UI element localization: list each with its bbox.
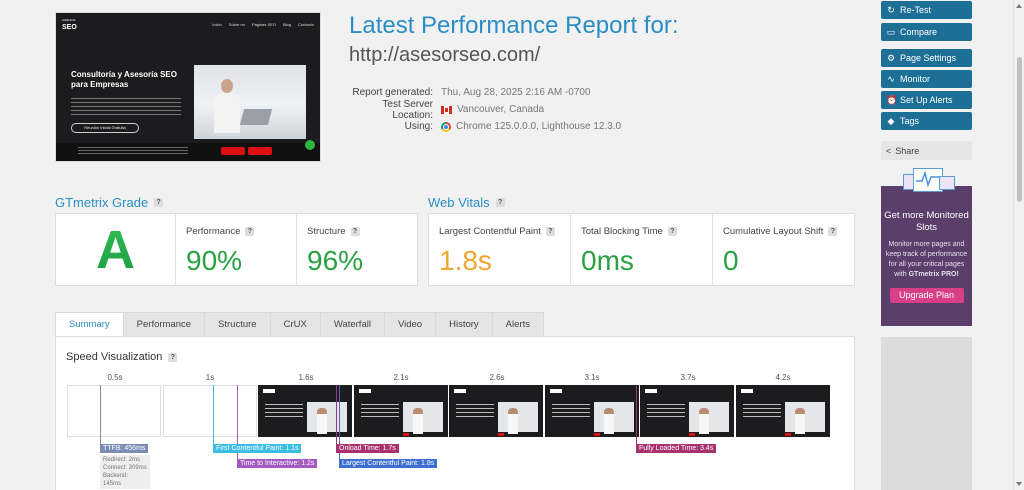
filmstrip-frame[interactable] [736, 385, 830, 437]
filmstrip-frame[interactable] [449, 385, 543, 437]
timeline-tick: 3.1s [584, 373, 600, 382]
ttfb-marker [100, 385, 101, 445]
ttfb-details: Redirect: 2ms Connect: 309ms Backend: 14… [100, 455, 150, 489]
web-vitals-card: Largest Contentful Paint? 1.8s Total Blo… [428, 213, 855, 286]
alarm-icon: ⏰ [886, 94, 898, 105]
tab-video[interactable]: Video [383, 312, 437, 336]
timeline-tick: 3.7s [680, 373, 696, 382]
help-icon[interactable]: ? [495, 198, 505, 207]
timeline-tick: 2.1s [393, 373, 409, 382]
filmstrip-frame[interactable] [163, 385, 257, 437]
timeline-tick: 2.6s [489, 373, 505, 382]
help-icon[interactable]: ? [168, 352, 178, 362]
gtmetrix-grade-heading: GTmetrix Grade? [55, 195, 164, 210]
gtmetrix-grade-card: A Performance? 90% Structure? 96% [55, 213, 418, 286]
share-button[interactable]: < Share [881, 141, 972, 160]
timeline-tick: 4.2s [775, 373, 791, 382]
onload-marker [336, 385, 337, 445]
monitor-illustration-icon [903, 168, 955, 198]
upgrade-plan-button[interactable]: Upgrade Plan [889, 288, 964, 303]
thumbnail-nav: Inicio Sobre mí Páginas SEO Blog Contacto [212, 21, 314, 27]
page-settings-button[interactable]: ⚙ Page Settings [881, 49, 972, 67]
web-vitals-heading: Web Vitals? [428, 195, 505, 210]
report-tabs: Summary Performance Structure CrUX Water… [55, 312, 544, 336]
speed-visualization-heading: Speed Visualization? [66, 351, 178, 363]
upgrade-promo: Get more Monitored Slots Monitor more pa… [881, 168, 972, 326]
fully-loaded-marker [636, 385, 637, 445]
tags-button[interactable]: ◆ Tags [881, 112, 972, 130]
page-screenshot-thumbnail[interactable]: AGENCIA SEO Inicio Sobre mí Páginas SEO Blog… [55, 12, 321, 162]
gear-icon: ⚙ [886, 52, 896, 63]
grade-letter: A [96, 219, 135, 280]
timeline-tick: 0.5s [107, 373, 123, 382]
compare-button[interactable]: ▭ Compare [881, 23, 972, 41]
fully-loaded-label: Fully Loaded Time: 3.4s [636, 444, 717, 453]
summary-panel: Speed Visualization? 0.5s 1s 1.6s 2.1s 2… [55, 336, 855, 490]
compare-icon: ▭ [886, 26, 896, 37]
help-icon[interactable]: ? [245, 227, 255, 236]
thumbnail-hero-title: Consultoría y Asesoría SEO para Empresas [71, 70, 177, 89]
lcp-label: Largest Contentful Paint: 1.8s [339, 459, 438, 468]
pulse-icon: ∿ [887, 73, 895, 84]
sidebar-ad-slot [881, 337, 972, 490]
help-icon[interactable]: ? [667, 227, 677, 236]
ttfb-label: TTFB: 456ms [100, 444, 149, 453]
tab-waterfall[interactable]: Waterfall [319, 312, 385, 336]
tbt-metric: Total Blocking Time? 0ms [571, 214, 713, 285]
filmstrip-frame[interactable] [354, 385, 448, 437]
whatsapp-icon [305, 140, 315, 150]
scroll-down-icon[interactable] [1016, 482, 1022, 486]
tag-icon: ◆ [887, 115, 895, 126]
thumbnail-logo: AGENCIA SEO [62, 18, 77, 31]
report-title: Latest Performance Report for: [349, 12, 679, 39]
help-icon[interactable]: ? [350, 227, 360, 236]
onload-label: Onload Time: 1.7s [336, 444, 399, 453]
thumbnail-hero-button: Reunión Inicial Gratuita [71, 123, 139, 133]
report-meta: Report generated: Thu, Aug 28, 2025 2:16… [349, 84, 621, 135]
tab-performance[interactable]: Performance [122, 312, 206, 336]
scrollbar-thumb[interactable] [1017, 57, 1022, 202]
timeline-tick: 1s [205, 373, 215, 382]
thumbnail-hero-text [71, 98, 181, 116]
structure-score: Structure? 96% [307, 226, 364, 276]
retest-button[interactable]: ↻ Re-Test [881, 1, 972, 19]
lcp-metric: Largest Contentful Paint? 1.8s [429, 214, 571, 285]
filmstrip-frame[interactable] [640, 385, 734, 437]
tab-summary[interactable]: Summary [55, 312, 124, 336]
thumbnail-hero-photo [194, 65, 306, 139]
help-icon[interactable]: ? [545, 227, 555, 236]
share-icon: < [886, 145, 892, 156]
performance-score: Performance? 90% [176, 214, 297, 285]
tab-history[interactable]: History [435, 312, 493, 336]
meta-using: Using: Chrome 125.0.0.0, Lighthouse 12.3… [404, 121, 622, 132]
refresh-icon: ↻ [887, 4, 895, 15]
chrome-icon [441, 121, 451, 132]
tab-crux[interactable]: CrUX [269, 312, 321, 336]
monitor-button[interactable]: ∿ Monitor [881, 70, 972, 88]
help-icon[interactable]: ? [828, 227, 838, 236]
thumbnail-header: AGENCIA SEO Inicio Sobre mí Páginas SEO Blog… [56, 13, 320, 35]
filmstrip-frame[interactable] [258, 385, 352, 437]
timeline-tick: 1.6s [298, 373, 314, 382]
cls-metric: Cumulative Layout Shift? 0 [713, 214, 854, 285]
tab-structure[interactable]: Structure [204, 312, 271, 336]
fcp-label: First Contentful Paint: 1.1s [213, 444, 302, 453]
scrollbar[interactable] [1013, 0, 1024, 490]
tti-label: Time to Interactive: 1.2s [237, 459, 318, 468]
canada-flag-icon [441, 105, 452, 114]
thumbnail-cookie-bar [56, 140, 320, 161]
fcp-marker [213, 385, 214, 445]
report-url: http://asesorseo.com/ [349, 44, 541, 66]
scroll-up-icon[interactable] [1016, 4, 1022, 8]
set-up-alerts-button[interactable]: ⏰ Set Up Alerts [881, 91, 972, 109]
tab-alerts[interactable]: Alerts [491, 312, 544, 336]
help-icon[interactable]: ? [154, 198, 164, 207]
filmstrip-frame[interactable] [545, 385, 639, 437]
filmstrip-frame[interactable] [67, 385, 161, 437]
meta-test-server-location: Test Server Location: Vancouver, Canada [382, 98, 545, 121]
